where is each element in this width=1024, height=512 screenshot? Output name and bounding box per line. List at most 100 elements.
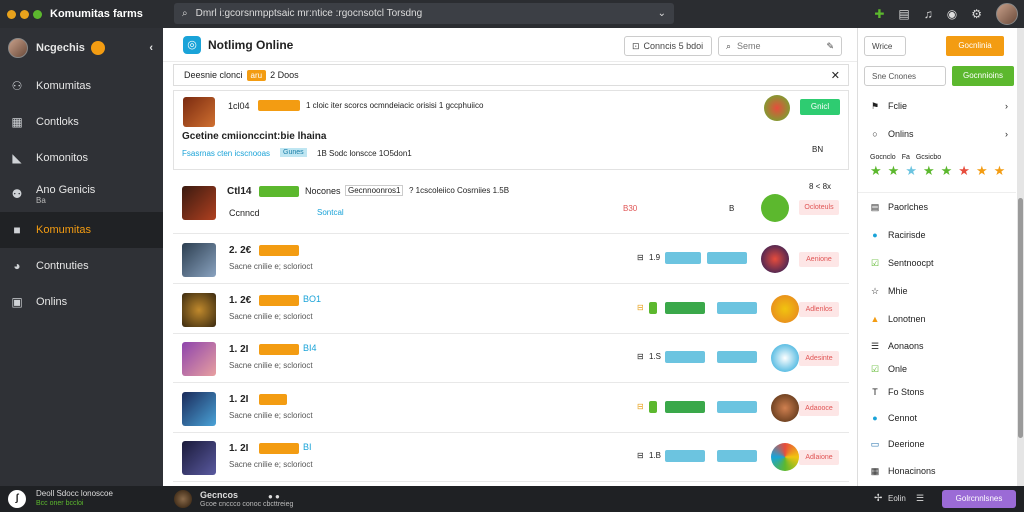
list-item[interactable]: 1. 2I BI4 Sacne cnilie e; sclorioct ⊟ 1.…: [173, 334, 849, 383]
star-icon[interactable]: ★: [958, 163, 970, 179]
side-item-label: Racirisde: [888, 230, 926, 240]
document-icon[interactable]: ▤: [898, 7, 909, 21]
main-search-input[interactable]: ⌕ Seme ✎: [718, 36, 842, 56]
settings-icon[interactable]: ⚙: [971, 7, 982, 21]
circle-icon: ●: [872, 230, 878, 240]
list-dots[interactable]: 8 < 8x: [809, 182, 831, 191]
scrollbar-thumb[interactable]: [1018, 198, 1023, 438]
lock-icon: ▲: [870, 314, 880, 324]
sidebar-item-contloks[interactable]: ▦ Contloks: [0, 104, 163, 140]
notification-badge: [90, 41, 105, 55]
side-item[interactable]: ☑ Onle: [858, 358, 1016, 380]
blue-bar: [717, 450, 757, 462]
maximize-window-icon[interactable]: [33, 9, 42, 19]
sidebar-item-komonitos[interactable]: ◣ Komonitos: [0, 140, 163, 176]
blue-bar: [665, 351, 705, 363]
list-item[interactable]: 1. 2€ BO1 Sacne cnilie e; sclorioct ⊟ Ad…: [173, 285, 849, 334]
red-label: B30: [623, 204, 638, 213]
row-score: 2. 2€: [229, 245, 252, 256]
sidebar-item-komumitas[interactable]: ⚇ Komumitas: [0, 68, 163, 104]
star-icon[interactable]: ★: [905, 163, 917, 179]
row-number: 1.S: [649, 352, 662, 361]
star-icon[interactable]: ★: [870, 163, 882, 179]
featured-card[interactable]: 1cl04 1 cloic iter scorcs ocmndeiacic or…: [173, 90, 849, 170]
action-button[interactable]: Adesinte: [799, 351, 839, 366]
star-icon[interactable]: ★: [923, 163, 935, 179]
list-sub-tag: Sontcal: [317, 208, 344, 217]
list-item[interactable]: 1. 2I BI Sacne cnilie e; sclorioct ⊟ 1.B…: [173, 433, 849, 482]
search-input[interactable]: Dmrl i:gcorsnmpptsaic mr:ntice :rgocnsot…: [196, 8, 658, 19]
side-item[interactable]: ● Cennot: [858, 404, 1016, 432]
chevron-right-icon: ›: [1005, 101, 1008, 111]
green-button[interactable]: Gocnnioins: [952, 66, 1014, 86]
sidebar-user[interactable]: Ncgechis ‹: [0, 28, 163, 68]
star-icon[interactable]: ★: [976, 163, 988, 179]
green-chip: [259, 186, 299, 197]
featured-count: BN: [812, 145, 824, 154]
sidebar-item-komumitas-active[interactable]: ■ Komumitas: [0, 212, 163, 248]
back-arrow-icon[interactable]: ‹: [149, 42, 153, 54]
side-item[interactable]: ● Racirisde: [858, 221, 1016, 249]
puzzle-icon[interactable]: ✚: [874, 7, 884, 21]
star-icon[interactable]: ★: [888, 163, 900, 179]
global-search-bar[interactable]: ⌕ Dmrl i:gcorsnmpptsaic mr:ntice :rgocns…: [174, 3, 674, 24]
side-nav-fclie[interactable]: ⚑ Fclie ›: [858, 92, 1016, 120]
share-icon[interactable]: ✢: [874, 493, 882, 504]
rating-stars[interactable]: ★ ★ ★ ★ ★ ★ ★ ★: [858, 163, 1016, 179]
orange-button[interactable]: Gocnlinia: [946, 36, 1004, 56]
action-button[interactable]: Aenione: [799, 252, 839, 267]
sidebar-item-ano-genicis[interactable]: ⚉ Ano Genicis Ba: [0, 176, 163, 212]
thumbnail: [182, 441, 216, 475]
user-status-icon[interactable]: ʃ: [8, 490, 26, 508]
side-item[interactable]: ▭ Deerione: [858, 432, 1016, 456]
more-icon[interactable]: ● ●: [268, 492, 280, 501]
side-item[interactable]: ▤ Paorlches: [858, 193, 1016, 221]
list-header-row[interactable]: Ctl14 Nocones Gecnnoonros1 ? 1cscoleiico…: [173, 176, 849, 234]
connect-button[interactable]: ⊡ Conncis 5 bdoi: [624, 36, 712, 56]
list-item[interactable]: 1. 2I Sacne cnilie e; sclorioct ⊟ Adaooc…: [173, 384, 849, 433]
join-button[interactable]: Gnicl: [800, 99, 840, 115]
side-item[interactable]: T Fo Stons: [858, 380, 1016, 404]
side-nav-onlins[interactable]: ○ Onlins ›: [858, 120, 1016, 148]
top-right-button[interactable]: Wrice: [864, 36, 906, 56]
list-item[interactable]: 2. 2€ Sacne cnilie e; sclorioct ⊟ 1.9 Ae…: [173, 235, 849, 284]
close-window-icon[interactable]: [7, 9, 16, 19]
bell-icon[interactable]: ♫: [924, 7, 933, 21]
scrollbar[interactable]: [1017, 28, 1024, 486]
filter-tag[interactable]: aru: [246, 69, 267, 81]
side-input[interactable]: Sne Cnones: [864, 66, 946, 86]
people-icon: ⚉: [11, 187, 23, 201]
sidebar-item-onlins[interactable]: ▣ Onlins: [0, 284, 163, 320]
avatar[interactable]: [174, 490, 192, 508]
chevron-down-icon[interactable]: ⌄: [658, 8, 666, 19]
divider: [858, 179, 1016, 193]
side-item[interactable]: ☆ Mhie: [858, 277, 1016, 305]
clipboard-icon: ▤: [870, 202, 880, 212]
close-icon[interactable]: ✕: [831, 69, 840, 82]
side-item[interactable]: ▦ Honacinons: [858, 456, 1016, 486]
blue-bar: [717, 302, 757, 314]
star-icon[interactable]: ★: [941, 163, 953, 179]
action-button[interactable]: Ocloteuls: [799, 200, 839, 215]
action-button[interactable]: Adlaione: [799, 450, 839, 465]
sidebar-item-contnuties[interactable]: ◕ Contnuties: [0, 248, 163, 284]
side-item-label: Honacinons: [888, 466, 936, 476]
filter-label: Deesnie clonci: [184, 70, 243, 80]
action-button[interactable]: Adaooce: [799, 401, 839, 416]
purple-button[interactable]: Golrcnnlsnes: [942, 490, 1016, 508]
side-item-label: Aonaons: [888, 340, 924, 351]
star-icon[interactable]: ★: [994, 163, 1006, 179]
featured-chip: [258, 100, 300, 111]
menu-icon[interactable]: ☰: [916, 493, 924, 504]
side-item[interactable]: ☑ Sentnoocpt: [858, 249, 1016, 277]
side-nav-label: Onlins: [888, 129, 914, 139]
list-meta: ? 1cscoleiico Cosrniies 1.5B: [409, 186, 510, 195]
edit-icon[interactable]: ✎: [826, 41, 834, 52]
side-item[interactable]: ▲ Lonotnen: [858, 305, 1016, 333]
sidebar-item-label: Ano Genicis: [36, 183, 96, 196]
help-icon[interactable]: ◉: [947, 7, 957, 21]
minimize-window-icon[interactable]: [20, 9, 29, 19]
action-button[interactable]: Adlenlos: [799, 302, 839, 317]
user-avatar[interactable]: [996, 3, 1018, 25]
side-item[interactable]: ☰ Aonaons: [858, 333, 1016, 358]
